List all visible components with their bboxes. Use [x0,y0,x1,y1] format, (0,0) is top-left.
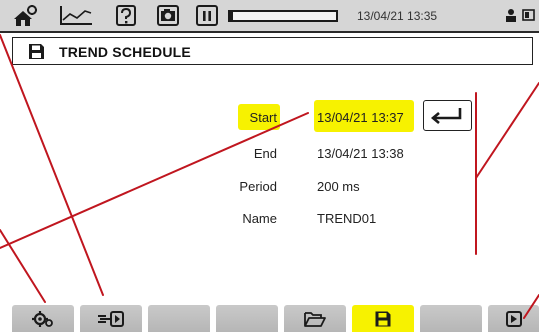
callout-line-fields [475,82,539,179]
callout-line-settings [0,229,46,303]
callout-lines [0,34,539,319]
callout-line-setup [0,112,309,249]
callout-line-start [523,294,539,319]
